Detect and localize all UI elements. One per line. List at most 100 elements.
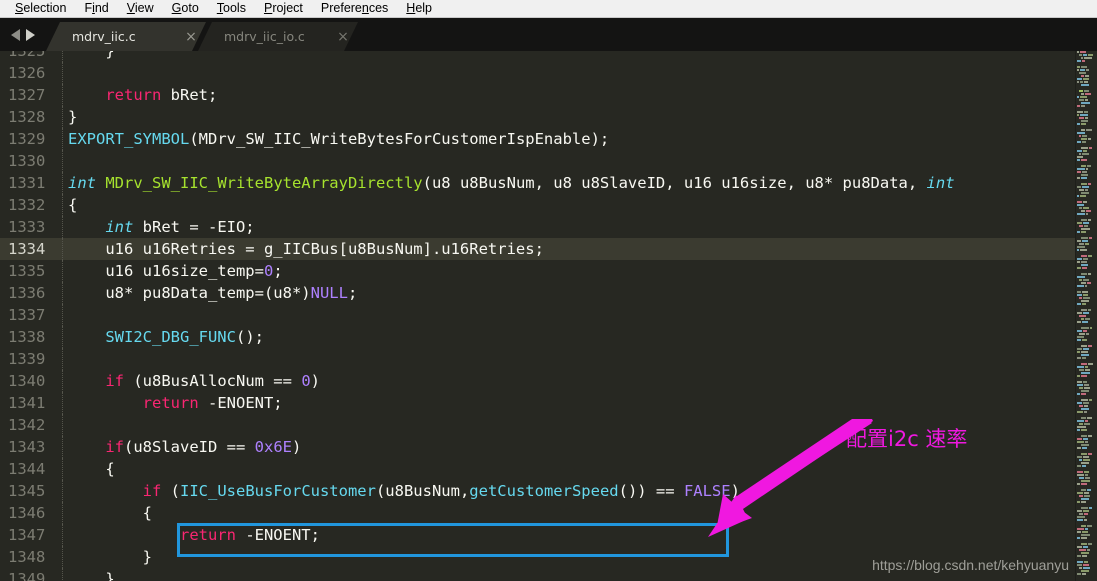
gutter-separator [62, 480, 63, 502]
code-editor[interactable]: 1325 } 1326 1327 return bRet; 1328} 1329 EXPO… [0, 51, 1097, 581]
tab-mdrv_iic-c[interactable]: mdrv_iic.c × [46, 22, 206, 51]
minimap-segment [1083, 222, 1089, 224]
code-line-1329[interactable]: 1329 EXPORT_SYMBOL(MDrv_SW_IIC_WriteBytes… [0, 128, 1075, 150]
minimap-segment [1085, 420, 1088, 422]
minimap-segment [1082, 291, 1088, 293]
minimap-segment [1088, 345, 1092, 347]
minimap-segment [1077, 366, 1084, 368]
minimap-segment [1077, 132, 1085, 134]
line-number: 1329 [8, 130, 46, 148]
code-text: return bRet; [60, 84, 1075, 106]
minimap-segment [1077, 381, 1082, 383]
code-line-1337[interactable]: 1337 [0, 304, 1075, 326]
minimap-segment [1077, 168, 1085, 170]
minimap[interactable] [1075, 51, 1097, 581]
menu-item-goto[interactable]: Goto [163, 0, 208, 17]
code-line-1330[interactable]: 1330 [0, 150, 1075, 172]
menu-item-tools[interactable]: Tools [208, 0, 255, 17]
tab-next-arrow-icon[interactable] [26, 28, 35, 41]
minimap-segment [1080, 51, 1086, 53]
minimap-segment [1077, 81, 1079, 83]
code-line-1333[interactable]: 1333 int bRet = -EIO; [0, 216, 1075, 238]
minimap-segment [1081, 408, 1089, 410]
menu-item-find[interactable]: Find [75, 0, 117, 17]
gutter-separator [62, 216, 63, 238]
minimap-segment [1077, 291, 1081, 293]
gutter-separator [62, 172, 63, 194]
code-line-1340[interactable]: 1340 if (u8BusAllocNum == 0) [0, 370, 1075, 392]
minimap-segment [1077, 201, 1082, 203]
code-token-type: int [105, 218, 134, 236]
code-line-1332[interactable]: 1332 { [0, 194, 1075, 216]
minimap-segment [1083, 546, 1088, 548]
code-text: int MDrv_SW_IIC_WriteByteArrayDirectly(u… [60, 172, 1075, 194]
code-line-1336[interactable]: 1336 u8* pu8Data_temp=(u8*)NULL; [0, 282, 1075, 304]
code-surface[interactable]: 1325 } 1326 1327 return bRet; 1328} 1329 EXPO… [0, 51, 1075, 581]
menu-accelerator-key: V [126, 1, 135, 15]
code-line-1327[interactable]: 1327 return bRet; [0, 84, 1075, 106]
code-token-plain: { [68, 504, 152, 522]
menu-item-selection[interactable]: Selection [6, 0, 75, 17]
menu-label-pre: Prefere [320, 1, 362, 15]
code-line-1345[interactable]: 1345 if (IIC_UseBusForCustomer(u8BusNum,… [0, 480, 1075, 502]
code-line-1344[interactable]: 1344 { [0, 458, 1075, 480]
minimap-segment [1081, 327, 1089, 329]
minimap-segment [1087, 165, 1091, 167]
minimap-segment [1088, 255, 1092, 257]
code-token-plain: -ENOENT; [198, 394, 283, 412]
minimap-segment [1081, 318, 1084, 320]
minimap-segment [1083, 78, 1089, 80]
code-token-call: EXPORT_SYMBOL [68, 130, 190, 148]
code-line-1335[interactable]: 1335 u16 u16size_temp=0; [0, 260, 1075, 282]
minimap-segment [1077, 555, 1081, 557]
minimap-segment [1084, 513, 1088, 515]
code-token-plain: bRet = -EIO; [133, 218, 255, 236]
tab-label: mdrv_iic_io.c [224, 29, 305, 44]
menu-item-help[interactable]: Help [397, 0, 441, 17]
minimap-segment [1081, 255, 1087, 257]
tab-nav-arrows [0, 18, 46, 51]
menu-label-post: ools [223, 1, 246, 15]
minimap-segment [1084, 423, 1090, 425]
minimap-segment [1081, 174, 1088, 176]
line-number: 1325 [8, 51, 46, 60]
code-token-plain: { [68, 460, 115, 478]
code-line-1346[interactable]: 1346 { [0, 502, 1075, 524]
minimap-segment [1081, 480, 1090, 482]
minimap-segment [1079, 207, 1082, 209]
minimap-segment [1077, 516, 1085, 518]
code-line-1339[interactable]: 1339 [0, 348, 1075, 370]
tab-prev-arrow-icon[interactable] [11, 28, 20, 41]
minimap-segment [1077, 561, 1083, 563]
minimap-segment [1085, 285, 1087, 287]
code-line-1328[interactable]: 1328} [0, 106, 1075, 128]
menu-item-project[interactable]: Project [255, 0, 312, 17]
minimap-segment [1081, 375, 1087, 377]
tab-list: mdrv_iic.c × mdrv_iic_io.c × [46, 22, 350, 51]
minimap-segment [1081, 570, 1089, 572]
code-line-1341[interactable]: 1341 return -ENOENT; [0, 392, 1075, 414]
code-line-1326[interactable]: 1326 [0, 62, 1075, 84]
menu-item-view[interactable]: View [118, 0, 163, 17]
menu-label-post: ces [368, 1, 389, 15]
minimap-segment [1090, 327, 1092, 329]
code-line-1334[interactable]: 1334 u16 u16Retries = g_IICBus[u8BusNum]… [0, 238, 1075, 260]
code-line-1347[interactable]: 1347 return -ENOENT; [0, 524, 1075, 546]
code-line-1338[interactable]: 1338 SWI2C_DBG_FUNC(); [0, 326, 1075, 348]
minimap-segment [1077, 105, 1080, 107]
code-line-1331[interactable]: 1331 int MDrv_SW_IIC_WriteByteArrayDirect… [0, 172, 1075, 194]
gutter-separator [62, 326, 63, 348]
tab-close-icon[interactable]: × [328, 29, 358, 45]
minimap-segment [1079, 153, 1081, 155]
code-text: return -ENOENT; [60, 524, 1075, 546]
gutter-separator [62, 568, 63, 581]
minimap-segment [1084, 519, 1087, 521]
tab-close-icon[interactable]: × [176, 29, 206, 45]
menu-item-preferences[interactable]: Preferences [312, 0, 397, 17]
minimap-segment [1077, 441, 1084, 443]
code-token-plain: ; [273, 262, 283, 280]
code-token-num: 0 [301, 372, 311, 390]
tab-mdrv_iic_io-c[interactable]: mdrv_iic_io.c × [198, 22, 358, 51]
minimap-segment [1081, 501, 1086, 503]
code-line-1325[interactable]: 1325 } [0, 51, 1075, 62]
